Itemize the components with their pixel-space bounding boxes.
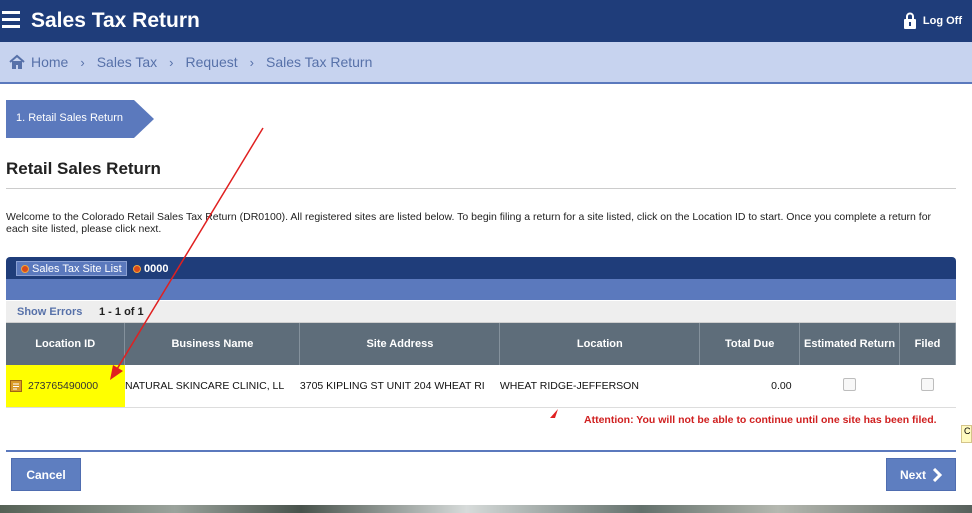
column-header-site-address[interactable]: Site Address xyxy=(299,323,501,365)
log-off-button[interactable]: Log Off xyxy=(903,12,962,30)
lock-icon xyxy=(903,12,916,29)
site-list-table: Location ID Business Name Site Address L… xyxy=(6,323,956,408)
title-divider xyxy=(6,188,956,189)
footer-divider xyxy=(6,450,956,452)
breadcrumb-separator-icon: › xyxy=(249,54,254,70)
document-icon xyxy=(10,379,22,392)
column-header-location-id[interactable]: Location ID xyxy=(6,323,126,365)
cancel-label: Cancel xyxy=(26,467,66,482)
column-header-business-name[interactable]: Business Name xyxy=(124,323,301,365)
show-errors-link[interactable]: Show Errors xyxy=(17,306,82,318)
pager-text: 1 - 1 of 1 xyxy=(99,306,144,318)
intro-text: Welcome to the Colorado Retail Sales Tax… xyxy=(6,211,932,235)
table-header-row: Location ID Business Name Site Address L… xyxy=(6,323,956,365)
breadcrumb-separator-icon: › xyxy=(169,54,174,70)
status-dot-icon xyxy=(133,264,141,273)
table-row: 273765490000 NATURAL SKINCARE CLINIC, LL… xyxy=(6,365,956,408)
tab-site-0000[interactable]: 0000 xyxy=(129,261,172,276)
background-image-strip xyxy=(0,505,972,513)
next-button[interactable]: Next xyxy=(886,458,956,491)
page-title: Retail Sales Return xyxy=(6,159,161,178)
column-header-location[interactable]: Location xyxy=(499,323,701,365)
chevron-right-icon xyxy=(932,467,942,482)
panel-band xyxy=(6,279,956,300)
filed-checkbox[interactable] xyxy=(921,377,934,391)
location-id-cell[interactable]: 273765490000 xyxy=(6,365,125,408)
breadcrumb-home[interactable]: Home xyxy=(31,54,68,70)
site-address-cell: 3705 KIPLING ST UNIT 204 WHEAT RI xyxy=(299,365,500,408)
column-header-estimated-return[interactable]: Estimated Return xyxy=(799,323,901,365)
table-toolbar: Show Errors 1 - 1 of 1 xyxy=(6,301,956,323)
location-cell: WHEAT RIDGE-JEFFERSON xyxy=(499,365,700,408)
breadcrumb-sales-tax[interactable]: Sales Tax xyxy=(97,54,157,70)
business-name-cell: NATURAL SKINCARE CLINIC, LL xyxy=(124,365,300,408)
step-indicator: 1. Retail Sales Return xyxy=(6,100,154,138)
site-list-panel-header: Sales Tax Site List 0000 xyxy=(6,257,956,279)
step-label: 1. Retail Sales Return xyxy=(16,112,123,124)
filed-cell xyxy=(899,365,956,408)
tab-0000-label: 0000 xyxy=(144,262,169,275)
hamburger-menu-icon[interactable] xyxy=(2,11,20,31)
app-title: Sales Tax Return xyxy=(31,9,200,32)
estimated-return-cell xyxy=(799,365,900,408)
total-due-cell: 0.00 xyxy=(699,365,800,408)
breadcrumb: Home › Sales Tax › Request › Sales Tax R… xyxy=(8,54,372,70)
status-dot-icon xyxy=(21,264,29,273)
attention-message: Attention: You will not be able to conti… xyxy=(584,414,937,426)
breadcrumb-request[interactable]: Request xyxy=(186,54,238,70)
column-header-total-due[interactable]: Total Due xyxy=(699,323,801,365)
next-label: Next xyxy=(899,467,926,482)
cancel-button[interactable]: Cancel xyxy=(11,458,81,491)
column-header-filed[interactable]: Filed xyxy=(899,323,956,365)
home-icon[interactable] xyxy=(8,54,26,70)
estimated-return-checkbox[interactable] xyxy=(843,377,857,391)
breadcrumb-bar: Home › Sales Tax › Request › Sales Tax R… xyxy=(0,42,972,84)
header-bar: Sales Tax Return Log Off xyxy=(0,0,972,42)
breadcrumb-separator-icon: › xyxy=(80,54,85,70)
tooltip-flag: C xyxy=(961,425,972,443)
tab-site-list-label: Sales Tax Site List xyxy=(32,262,122,275)
log-off-label: Log Off xyxy=(922,15,962,27)
location-id-link[interactable]: 273765490000 xyxy=(28,380,98,392)
tab-sales-tax-site-list[interactable]: Sales Tax Site List xyxy=(16,261,127,276)
breadcrumb-current: Sales Tax Return xyxy=(266,54,373,70)
